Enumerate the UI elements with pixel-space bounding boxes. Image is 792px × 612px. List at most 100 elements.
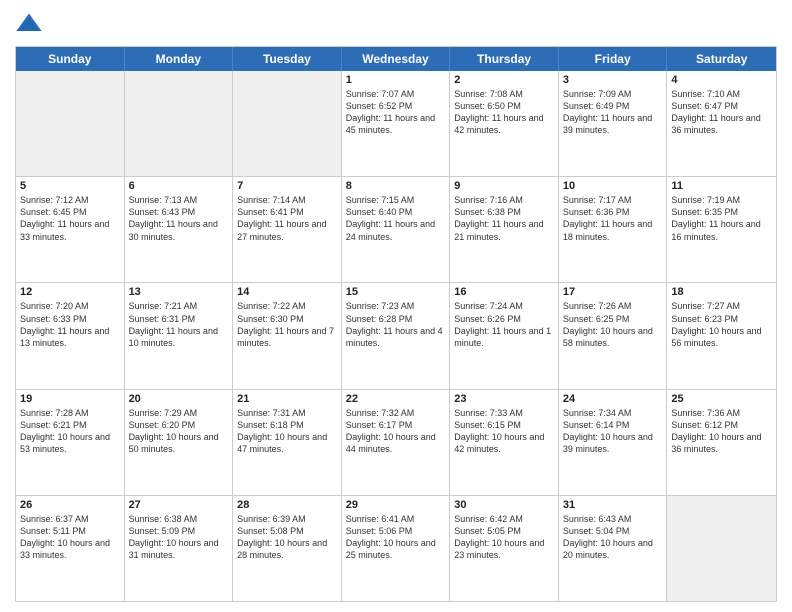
day-number: 17 [563,286,663,298]
day-number: 26 [20,499,120,511]
cell-info: Sunrise: 7:19 AM Sunset: 6:35 PM Dayligh… [671,194,772,243]
day-number: 23 [454,393,554,405]
calendar-cell: 12 Sunrise: 7:20 AM Sunset: 6:33 PM Dayli… [16,283,125,388]
calendar-cell: 18 Sunrise: 7:27 AM Sunset: 6:23 PM Dayli… [667,283,776,388]
day-number: 13 [129,286,229,298]
cell-info: Sunrise: 7:31 AM Sunset: 6:18 PM Dayligh… [237,407,337,456]
day-number: 2 [454,74,554,86]
day-number: 18 [671,286,772,298]
day-number: 24 [563,393,663,405]
day-number: 21 [237,393,337,405]
cell-info: Sunrise: 7:21 AM Sunset: 6:31 PM Dayligh… [129,300,229,349]
calendar-cell: 23 Sunrise: 7:33 AM Sunset: 6:15 PM Dayli… [450,390,559,495]
day-number: 3 [563,74,663,86]
calendar-cell: 20 Sunrise: 7:29 AM Sunset: 6:20 PM Dayli… [125,390,234,495]
calendar-header: SundayMondayTuesdayWednesdayThursdayFrid… [16,47,776,71]
cell-info: Sunrise: 7:13 AM Sunset: 6:43 PM Dayligh… [129,194,229,243]
header-day-wednesday: Wednesday [342,47,451,71]
calendar-body: 1 Sunrise: 7:07 AM Sunset: 6:52 PM Daylig… [16,71,776,601]
day-number: 22 [346,393,446,405]
calendar-row-0: 1 Sunrise: 7:07 AM Sunset: 6:52 PM Daylig… [16,71,776,176]
calendar-cell: 21 Sunrise: 7:31 AM Sunset: 6:18 PM Dayli… [233,390,342,495]
calendar-cell: 10Sunrise: 7:17 AM Sunset: 6:36 PM Dayli… [559,177,668,282]
calendar-cell: 29Sunrise: 6:41 AM Sunset: 5:06 PM Dayli… [342,496,451,601]
cell-info: Sunrise: 7:07 AM Sunset: 6:52 PM Dayligh… [346,88,446,137]
cell-info: Sunrise: 6:43 AM Sunset: 5:04 PM Dayligh… [563,513,663,562]
cell-info: Sunrise: 6:37 AM Sunset: 5:11 PM Dayligh… [20,513,120,562]
day-number: 1 [346,74,446,86]
calendar-row-4: 26 Sunrise: 6:37 AM Sunset: 5:11 PM Dayli… [16,495,776,601]
calendar-cell: 4Sunrise: 7:10 AM Sunset: 6:47 PM Daylig… [667,71,776,176]
day-number: 16 [454,286,554,298]
day-number: 19 [20,393,120,405]
header-day-sunday: Sunday [16,47,125,71]
cell-info: Sunrise: 7:27 AM Sunset: 6:23 PM Dayligh… [671,300,772,349]
day-number: 6 [129,180,229,192]
cell-info: Sunrise: 7:24 AM Sunset: 6:26 PM Dayligh… [454,300,554,349]
header-day-friday: Friday [559,47,668,71]
calendar-cell [233,71,342,176]
cell-info: Sunrise: 6:41 AM Sunset: 5:06 PM Dayligh… [346,513,446,562]
day-number: 4 [671,74,772,86]
calendar-row-2: 12 Sunrise: 7:20 AM Sunset: 6:33 PM Dayli… [16,282,776,388]
cell-info: Sunrise: 7:20 AM Sunset: 6:33 PM Dayligh… [20,300,120,349]
calendar-cell: 25 Sunrise: 7:36 AM Sunset: 6:12 PM Dayli… [667,390,776,495]
cell-info: Sunrise: 7:26 AM Sunset: 6:25 PM Dayligh… [563,300,663,349]
calendar-row-3: 19 Sunrise: 7:28 AM Sunset: 6:21 PM Dayli… [16,389,776,495]
calendar-cell: 3 Sunrise: 7:09 AM Sunset: 6:49 PM Daylig… [559,71,668,176]
header-day-tuesday: Tuesday [233,47,342,71]
calendar-cell: 1 Sunrise: 7:07 AM Sunset: 6:52 PM Daylig… [342,71,451,176]
calendar-cell [16,71,125,176]
day-number: 5 [20,180,120,192]
cell-info: Sunrise: 7:34 AM Sunset: 6:14 PM Dayligh… [563,407,663,456]
calendar-cell: 28 Sunrise: 6:39 AM Sunset: 5:08 PM Dayli… [233,496,342,601]
cell-info: Sunrise: 7:09 AM Sunset: 6:49 PM Dayligh… [563,88,663,137]
cell-info: Sunrise: 7:29 AM Sunset: 6:20 PM Dayligh… [129,407,229,456]
cell-info: Sunrise: 7:33 AM Sunset: 6:15 PM Dayligh… [454,407,554,456]
cell-info: Sunrise: 7:36 AM Sunset: 6:12 PM Dayligh… [671,407,772,456]
logo [15,10,47,38]
calendar-cell: 17 Sunrise: 7:26 AM Sunset: 6:25 PM Dayli… [559,283,668,388]
calendar-cell: 2Sunrise: 7:08 AM Sunset: 6:50 PM Daylig… [450,71,559,176]
day-number: 9 [454,180,554,192]
cell-info: Sunrise: 7:22 AM Sunset: 6:30 PM Dayligh… [237,300,337,349]
calendar-cell: 27 Sunrise: 6:38 AM Sunset: 5:09 PM Dayli… [125,496,234,601]
day-number: 14 [237,286,337,298]
cell-info: Sunrise: 7:12 AM Sunset: 6:45 PM Dayligh… [20,194,120,243]
header-day-monday: Monday [125,47,234,71]
calendar-cell [667,496,776,601]
cell-info: Sunrise: 7:23 AM Sunset: 6:28 PM Dayligh… [346,300,446,349]
day-number: 8 [346,180,446,192]
calendar-cell: 14 Sunrise: 7:22 AM Sunset: 6:30 PM Dayli… [233,283,342,388]
calendar-cell: 16 Sunrise: 7:24 AM Sunset: 6:26 PM Dayli… [450,283,559,388]
day-number: 12 [20,286,120,298]
calendar: SundayMondayTuesdayWednesdayThursdayFrid… [15,46,777,602]
day-number: 30 [454,499,554,511]
calendar-cell: 19 Sunrise: 7:28 AM Sunset: 6:21 PM Dayli… [16,390,125,495]
calendar-cell: 24 Sunrise: 7:34 AM Sunset: 6:14 PM Dayli… [559,390,668,495]
calendar-cell: 9Sunrise: 7:16 AM Sunset: 6:38 PM Daylig… [450,177,559,282]
cell-info: Sunrise: 7:14 AM Sunset: 6:41 PM Dayligh… [237,194,337,243]
cell-info: Sunrise: 6:38 AM Sunset: 5:09 PM Dayligh… [129,513,229,562]
day-number: 27 [129,499,229,511]
cell-info: Sunrise: 6:39 AM Sunset: 5:08 PM Dayligh… [237,513,337,562]
calendar-cell: 11 Sunrise: 7:19 AM Sunset: 6:35 PM Dayli… [667,177,776,282]
calendar-row-1: 5 Sunrise: 7:12 AM Sunset: 6:45 PM Daylig… [16,176,776,282]
day-number: 11 [671,180,772,192]
calendar-cell: 26 Sunrise: 6:37 AM Sunset: 5:11 PM Dayli… [16,496,125,601]
cell-info: Sunrise: 6:42 AM Sunset: 5:05 PM Dayligh… [454,513,554,562]
calendar-cell [125,71,234,176]
day-number: 15 [346,286,446,298]
day-number: 25 [671,393,772,405]
calendar-cell: 5 Sunrise: 7:12 AM Sunset: 6:45 PM Daylig… [16,177,125,282]
cell-info: Sunrise: 7:17 AM Sunset: 6:36 PM Dayligh… [563,194,663,243]
calendar-cell: 7Sunrise: 7:14 AM Sunset: 6:41 PM Daylig… [233,177,342,282]
cell-info: Sunrise: 7:28 AM Sunset: 6:21 PM Dayligh… [20,407,120,456]
day-number: 20 [129,393,229,405]
day-number: 28 [237,499,337,511]
header-day-saturday: Saturday [667,47,776,71]
header [15,10,777,38]
header-day-thursday: Thursday [450,47,559,71]
cell-info: Sunrise: 7:32 AM Sunset: 6:17 PM Dayligh… [346,407,446,456]
cell-info: Sunrise: 7:15 AM Sunset: 6:40 PM Dayligh… [346,194,446,243]
